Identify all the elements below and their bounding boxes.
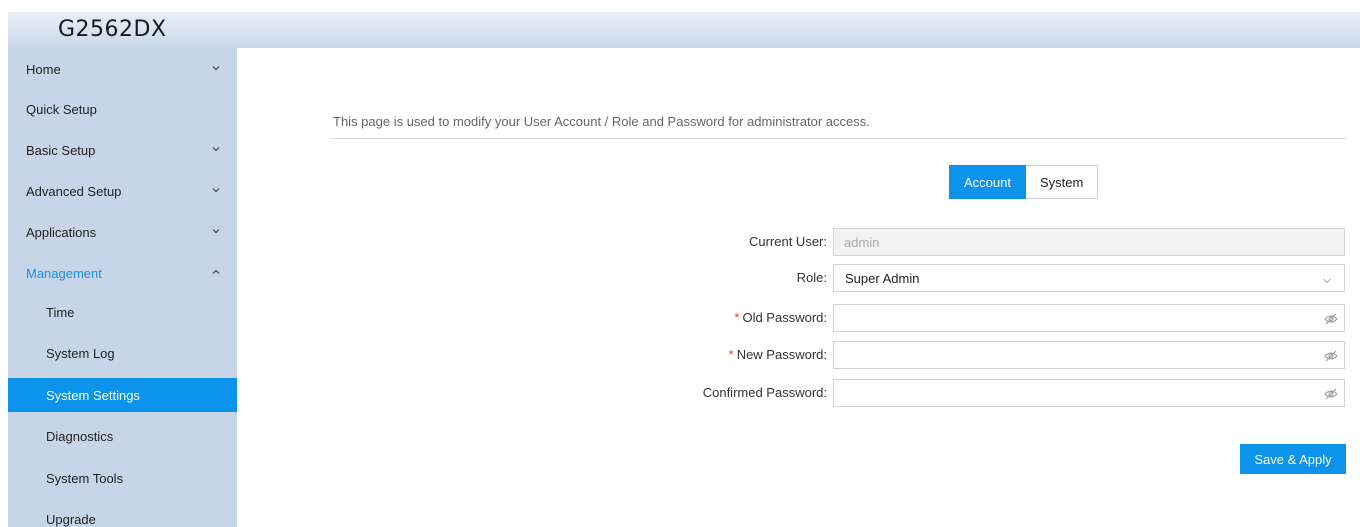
chevron-down-icon [211, 144, 221, 154]
sidebar-item-label: Basic Setup [26, 142, 96, 158]
sidebar-item-system-tools[interactable]: System Tools [8, 461, 237, 495]
sidebar-item-label: Applications [26, 224, 97, 240]
brand-title: G2562DX [58, 17, 167, 42]
role-label: Role: [796, 270, 827, 285]
confirmed-password-label: Confirmed Password: [702, 385, 827, 400]
eye-slash-icon[interactable] [1324, 312, 1338, 330]
old-password-field[interactable] [833, 304, 1345, 332]
old-password-label: * Old Password: [734, 310, 827, 325]
role-select[interactable]: Super Admin [833, 264, 1345, 292]
sidebar-item-system-settings[interactable]: System Settings [8, 378, 237, 412]
chevron-down-icon [211, 63, 221, 73]
sidebar-item-label: Upgrade [46, 511, 96, 527]
new-password-label: * New Password: [728, 347, 827, 362]
sidebar-item-label: System Log [46, 345, 115, 361]
sidebar-item-applications[interactable]: Applications [8, 215, 237, 249]
top-header: G2562DX [8, 12, 1360, 48]
main-content: This page is used to modify your User Ac… [237, 48, 1360, 527]
role-row: Role: Super Admin [237, 264, 1347, 292]
sidebar-item-label: System Settings [46, 387, 140, 403]
confirmed-password-row: Confirmed Password: [237, 379, 1347, 407]
sidebar: Home Quick Setup Basic Setup Advanced Se… [8, 48, 237, 527]
sidebar-item-diagnostics[interactable]: Diagnostics [8, 419, 237, 453]
tab-account[interactable]: Account [949, 165, 1026, 199]
new-password-row: * New Password: [237, 341, 1347, 369]
sidebar-item-label: Management [26, 265, 102, 281]
eye-slash-icon[interactable] [1324, 349, 1338, 367]
sidebar-item-label: Diagnostics [46, 428, 114, 444]
sidebar-item-advanced-setup[interactable]: Advanced Setup [8, 174, 237, 208]
sidebar-item-upgrade[interactable]: Upgrade [8, 502, 237, 527]
current-user-label: Current User: [748, 234, 827, 249]
role-selected-value: Super Admin [845, 271, 920, 286]
sidebar-item-quick-setup[interactable]: Quick Setup [8, 92, 237, 126]
page-description: This page is used to modify your User Ac… [333, 114, 870, 129]
confirmed-password-field[interactable] [833, 379, 1345, 407]
old-password-row: * Old Password: [237, 304, 1347, 332]
chevron-down-icon [1322, 274, 1332, 289]
tab-system[interactable]: System [1025, 165, 1099, 199]
sidebar-item-label: Quick Setup [26, 101, 97, 117]
chevron-down-icon [211, 185, 221, 195]
sidebar-item-label: System Tools [46, 470, 124, 486]
sidebar-item-label: Time [46, 304, 75, 320]
sidebar-item-time[interactable]: Time [8, 295, 237, 329]
chevron-down-icon [211, 226, 221, 236]
sidebar-item-label: Home [26, 61, 61, 77]
divider [330, 138, 1347, 139]
eye-slash-icon[interactable] [1324, 387, 1338, 405]
save-apply-button[interactable]: Save & Apply [1240, 444, 1346, 474]
tab-bar: Account System [949, 165, 1099, 199]
sidebar-item-home[interactable]: Home [8, 52, 237, 86]
required-marker: * [728, 347, 734, 362]
chevron-up-icon [211, 267, 221, 277]
sidebar-item-system-log[interactable]: System Log [8, 336, 237, 370]
sidebar-item-management[interactable]: Management [8, 256, 237, 290]
required-marker: * [734, 310, 740, 325]
current-user-field[interactable] [833, 228, 1345, 256]
current-user-row: Current User: [237, 228, 1347, 256]
sidebar-item-label: Advanced Setup [26, 183, 122, 199]
sidebar-item-basic-setup[interactable]: Basic Setup [8, 133, 237, 167]
new-password-field[interactable] [833, 341, 1345, 369]
